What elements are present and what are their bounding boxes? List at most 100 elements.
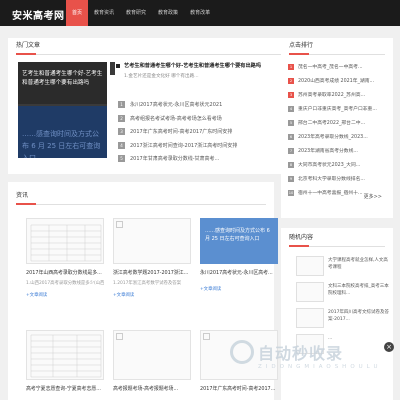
list-item[interactable]: 3 2017年广东高考时间-高考2017广东时间安排 (118, 125, 290, 139)
rank-badge: 6 (288, 133, 294, 140)
hot-list: 1 永川2017高考状元-永川区高考状元2021 2 高考组报名考试考场-高考考场怎… (118, 98, 290, 166)
bullet-icon (116, 64, 120, 68)
random-thumbnail[interactable] (296, 282, 324, 302)
hot-top-article[interactable]: 艺考生和普通考生哪个好-艺考生和普通考生哪个要有出路吗 1.金艺片还是金文化好 … (124, 62, 289, 79)
image-placeholder-icon (203, 333, 210, 340)
read-more-link[interactable]: +文章阅读 (26, 292, 104, 298)
list-item[interactable]: 2 高考组报名考试考场-高考考场怎么看考场 (118, 112, 290, 126)
news-card[interactable]: 浙江高考数学题2017-2017浙江... 1.2017年浙江高考数学试卷及答案… (113, 218, 191, 298)
ranking-item-label[interactable]: 2020山西高考成绩 2021年_湖南... (298, 77, 374, 84)
card-desc: 1.山西2017高考录取分数线是多少(山西... (26, 281, 104, 286)
thumbnail-caption: ……感查询时间及方式公布 6 月 25 日左右可查询入口 (205, 228, 270, 242)
table-image (30, 224, 102, 262)
card-title[interactable]: 2017年山西高考录取分数线是多... (26, 269, 104, 276)
news-card[interactable]: ……感查询时间及方式公布 6 月 25 日左右可查询入口 永川2017高考状元-… (200, 218, 278, 292)
close-icon[interactable]: × (384, 342, 394, 352)
ranking-item[interactable]: 2 2020山西高考成绩 2021年_湖南... (288, 74, 388, 87)
watermark-logo-icon (230, 340, 254, 364)
ranking-item[interactable]: 9 北京考科大学录取分数线排名... (288, 172, 388, 185)
card-thumbnail[interactable]: ……感查询时间及方式公布 6 月 25 日左右可查询入口 (200, 218, 278, 264)
news-card[interactable]: 高考宁夏志愿查询-宁夏高考志愿... (26, 330, 104, 392)
nav-news[interactable]: 教育资讯 (88, 0, 120, 26)
list-item[interactable]: 1 永川2017高考状元-永川区高考状元2021 (118, 98, 290, 112)
card-title[interactable]: 2017年广东高考时间-高考2017... (200, 385, 278, 392)
slide-caption-2[interactable]: ……感查询时间及方式公布 6 月 25 日左右可查询入口 (22, 128, 104, 158)
card-thumbnail[interactable] (26, 218, 104, 264)
rank-badge: 10 (288, 189, 294, 196)
rank-badge: 2 (118, 114, 125, 122)
slider-next-arrow[interactable] (110, 62, 115, 75)
card-title[interactable]: 浙江高考数学题2017-2017浙江... (113, 269, 191, 276)
ranking-item[interactable]: 3 苏州高考录取率2022_苏州高... (288, 88, 388, 101)
list-item[interactable]: 4 2017浙江高考时间查询-2017浙江高考时间安排 (118, 139, 290, 153)
ranking-item-label[interactable]: 2023年高考录取分数线_2023... (298, 133, 368, 140)
list-item-label[interactable]: 2017浙江高考时间查询-2017浙江高考时间安排 (130, 142, 237, 149)
card-thumbnail[interactable] (113, 218, 191, 264)
rank-badge: 7 (288, 147, 294, 154)
read-more-link[interactable]: +文章阅读 (200, 286, 278, 292)
rank-badge: 3 (118, 128, 125, 136)
nav-policy[interactable]: 教育政策 (152, 0, 184, 26)
list-item[interactable]: 5 2017年甘肃高考录取分数线-甘肃高考... (118, 152, 290, 166)
title-accent (16, 53, 36, 55)
list-item-label[interactable]: 永川2017高考状元-永川区高考状元2021 (130, 101, 222, 108)
ranking-item-label[interactable]: 重庆户口非重庆高考_高考户口非重... (298, 105, 377, 112)
ranking-item-label[interactable]: 宿州十一中高考喜报_宿州十... (298, 189, 363, 196)
random-item-label[interactable]: 文科三本院校高考排_高考三本院校理科... (328, 284, 390, 297)
watermark-subtext: ZIDONGMIAOSHOULU (258, 364, 382, 370)
random-item-label[interactable]: 2017年四川高考文综试卷及答案-2017... (328, 310, 390, 323)
rank-badge: 5 (118, 155, 125, 163)
ranking-item-label[interactable]: 2023年湖南省高考分数线... (298, 147, 358, 154)
random-item-label[interactable]: 大学课程高考就业怎样,人文高考课程 (328, 258, 390, 271)
card-title[interactable]: 高考宁夏志愿查询-宁夏高考志愿... (26, 385, 104, 392)
ranking-item-label[interactable]: 茂名一中高考_茂名一中高考... (298, 63, 363, 70)
rank-badge: 4 (288, 105, 294, 112)
news-card[interactable]: 高考报题考场-高考报题考场... (113, 330, 191, 392)
random-thumbnail[interactable] (296, 256, 324, 276)
main-nav: 首页 教育资讯 教育研究 教育政策 教育改革 (66, 0, 216, 26)
card-thumbnail[interactable] (26, 330, 104, 380)
list-item-label[interactable]: 2017年广东高考时间-高考2017广东时间安排 (130, 128, 232, 135)
title-accent (16, 203, 36, 205)
slide-caption[interactable]: 艺考生和普通考生哪个好-艺考生和普通考生哪个要有出路吗 (22, 70, 104, 88)
list-item-label[interactable]: 高考组报名考试考场-高考考场怎么看考场 (130, 115, 222, 122)
more-link[interactable]: 更多>> (364, 193, 382, 200)
rank-badge: 4 (118, 141, 125, 149)
ranking-item[interactable]: 4 重庆户口非重庆高考_高考户口非重... (288, 102, 388, 115)
ranking-item-label[interactable]: 邢台二中高考2022_邢台二中... (298, 119, 365, 126)
rank-badge: 5 (288, 119, 294, 126)
card-title[interactable]: 永川2017高考状元-永川区高考... (200, 269, 278, 276)
site-logo[interactable]: 安米高考网 (12, 7, 65, 22)
title-accent (289, 245, 309, 247)
ranking-item[interactable]: 1 茂名一中高考_茂名一中高考... (288, 60, 388, 73)
ranking-item[interactable]: 7 2023年湖南省高考分数线... (288, 144, 388, 157)
watermark: 自动秒收录 ZIDONGMIAOSHOULU (230, 338, 380, 378)
read-more-link[interactable]: +文章阅读 (113, 292, 191, 298)
random-item[interactable]: 2017年四川高考文综试卷及答案-2017... (296, 308, 392, 330)
rank-badge: 3 (288, 91, 294, 98)
random-item[interactable]: 大学课程高考就业怎样,人文高考课程 (296, 256, 392, 278)
list-item-label[interactable]: 2017年甘肃高考录取分数线-甘肃高考... (130, 155, 219, 162)
ranking-item[interactable]: 6 2023年高考录取分数线_2023... (288, 130, 388, 143)
hot-slider[interactable]: 艺考生和普通考生哪个好-艺考生和普通考生哪个要有出路吗 ……感查询时间及方式公布… (18, 62, 107, 158)
ranking-item-label[interactable]: 大同市高考状元2023_大同... (298, 161, 360, 168)
random-panel-title: 随机内容 (289, 234, 314, 241)
top-bar: 安米高考网 首页 教育资讯 教育研究 教育政策 教育改革 (0, 0, 400, 26)
nav-research[interactable]: 教育研究 (120, 0, 152, 26)
rank-badge: 9 (288, 175, 294, 182)
ranking-item[interactable]: 8 大同市高考状元2023_大同... (288, 158, 388, 171)
news-panel-title: 资讯 (16, 192, 29, 199)
random-item[interactable]: 文科三本院校高考排_高考三本院校理科... (296, 282, 392, 304)
hot-top-title[interactable]: 艺考生和普通考生哪个好-艺考生和普通考生哪个要有出路吗 (124, 62, 289, 69)
random-thumbnail[interactable] (296, 308, 324, 328)
nav-reform[interactable]: 教育改革 (184, 0, 216, 26)
ranking-item[interactable]: 5 邢台二中高考2022_邢台二中... (288, 116, 388, 129)
news-card[interactable]: 2017年山西高考录取分数线是多... 1.山西2017高考录取分数线是多少(山… (26, 218, 104, 298)
card-title[interactable]: 高考报题考场-高考报题考场... (113, 385, 191, 392)
card-thumbnail[interactable] (113, 330, 191, 380)
hot-panel-title: 热门文章 (16, 42, 41, 49)
ranking-item-label[interactable]: 苏州高考录取率2022_苏州高... (298, 91, 365, 98)
nav-home[interactable]: 首页 (66, 0, 89, 26)
image-placeholder-icon (116, 333, 123, 340)
ranking-item-label[interactable]: 北京考科大学录取分数线排名... (298, 175, 365, 182)
